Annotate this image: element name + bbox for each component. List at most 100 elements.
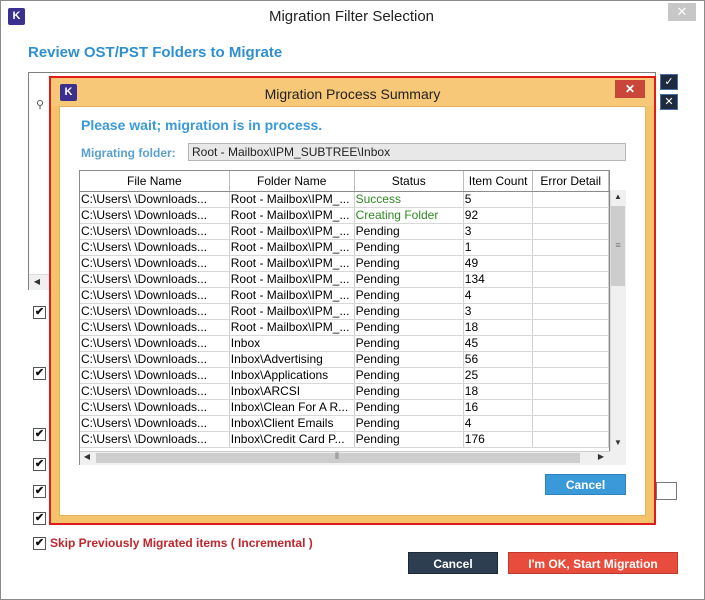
dialog-close-button[interactable]: ✕ <box>615 80 645 98</box>
table-row[interactable]: C:\Users\ \Downloads... Root - Mailbox\IP… <box>80 255 609 272</box>
window-title: Migration Filter Selection <box>268 8 435 25</box>
column-header-file-name[interactable]: File Name <box>80 171 230 192</box>
filter-checkbox-5[interactable]: ✔ <box>33 485 46 498</box>
grip-icon: ≡ <box>615 240 621 250</box>
cell-file-name: C:\Users\ \Downloads... <box>80 287 230 304</box>
column-header-folder-name[interactable]: Folder Name <box>229 171 355 192</box>
cell-folder-name: Inbox\Clean For A R... <box>229 399 355 416</box>
cell-file-name: C:\Users\ \Downloads... <box>80 383 230 400</box>
table-header-row: File Name Folder Name Status Item Count … <box>80 171 609 192</box>
column-header-item-count[interactable]: Item Count <box>463 171 534 192</box>
arrow-down-icon[interactable]: ▼ <box>611 438 625 450</box>
cell-item-count: 134 <box>463 271 534 288</box>
table-row[interactable]: C:\Users\ \Downloads... Root - Mailbox\IP… <box>80 223 609 240</box>
column-header-status[interactable]: Status <box>354 171 464 192</box>
cell-item-count: 4 <box>463 415 534 432</box>
cell-folder-name: Root - Mailbox\IPM_... <box>229 303 355 320</box>
table-row[interactable]: C:\Users\ \Downloads... Root - Mailbox\IP… <box>80 191 609 208</box>
table-row[interactable]: C:\Users\ \Downloads... Inbox\Advertising… <box>80 351 609 368</box>
cell-error-detail <box>532 351 609 368</box>
table-row[interactable]: C:\Users\ \Downloads... Inbox\Clean For A… <box>80 399 609 416</box>
cell-status: Success <box>354 191 464 208</box>
select-all-button[interactable]: ✓ <box>660 74 678 90</box>
cell-error-detail <box>532 255 609 272</box>
arrow-left-icon[interactable]: ◀ <box>80 452 94 464</box>
filter-checkbox-4[interactable]: ✔ <box>33 458 46 471</box>
dialog-cancel-button[interactable]: Cancel <box>545 474 626 495</box>
cell-file-name: C:\Users\ \Downloads... <box>80 335 230 352</box>
cell-item-count: 4 <box>463 287 534 304</box>
arrow-up-icon[interactable]: ▲ <box>611 192 625 204</box>
filter-checkbox-6[interactable]: ✔ <box>33 512 46 525</box>
cell-item-count: 45 <box>463 335 534 352</box>
skip-migrated-checkbox[interactable]: ✔ <box>33 537 46 550</box>
cell-item-count: 176 <box>463 431 534 448</box>
cell-error-detail <box>532 239 609 256</box>
cell-error-detail <box>532 431 609 448</box>
migration-table: File Name Folder Name Status Item Count … <box>79 170 610 465</box>
cell-file-name: C:\Users\ \Downloads... <box>80 319 230 336</box>
migrating-folder-label: Migrating folder: <box>81 146 176 160</box>
deselect-all-button[interactable]: ✕ <box>660 94 678 110</box>
cell-status: Creating Folder <box>354 207 464 224</box>
cell-status: Pending <box>354 399 464 416</box>
table-row[interactable]: C:\Users\ \Downloads... Inbox\Client Emai… <box>80 415 609 432</box>
cell-error-detail <box>532 207 609 224</box>
scroll-left-icon[interactable]: ◀ <box>30 276 44 288</box>
cell-file-name: C:\Users\ \Downloads... <box>80 223 230 240</box>
migration-table-grid: File Name Folder Name Status Item Count … <box>80 171 609 448</box>
cell-folder-name: Root - Mailbox\IPM_... <box>229 255 355 272</box>
filter-checkbox-2[interactable]: ✔ <box>33 367 46 380</box>
cell-file-name: C:\Users\ \Downloads... <box>80 239 230 256</box>
skip-migrated-label: Skip Previously Migrated items ( Increme… <box>50 536 313 550</box>
cell-folder-name: Root - Mailbox\IPM_... <box>229 271 355 288</box>
cell-folder-name: Inbox\ARCSI <box>229 383 355 400</box>
cell-item-count: 49 <box>463 255 534 272</box>
cell-status: Pending <box>354 335 464 352</box>
cell-folder-name: Inbox\Applications <box>229 367 355 384</box>
cell-error-detail <box>532 319 609 336</box>
status-message: Please wait; migration is in process. <box>81 117 323 133</box>
cell-folder-name: Root - Mailbox\IPM_... <box>229 191 355 208</box>
review-heading: Review OST/PST Folders to Migrate <box>28 44 283 61</box>
arrow-right-icon[interactable]: ▶ <box>594 452 608 464</box>
cell-file-name: C:\Users\ \Downloads... <box>80 255 230 272</box>
filter-checkbox-1[interactable]: ✔ <box>33 306 46 319</box>
cell-item-count: 3 <box>463 223 534 240</box>
cell-item-count: 92 <box>463 207 534 224</box>
expand-node-icon[interactable]: ⚲ <box>36 98 44 111</box>
table-row[interactable]: C:\Users\ \Downloads... Inbox Pending 45 <box>80 335 609 352</box>
cell-status: Pending <box>354 431 464 448</box>
cell-file-name: C:\Users\ \Downloads... <box>80 271 230 288</box>
table-row[interactable]: C:\Users\ \Downloads... Inbox\ARCSI Pendin… <box>80 383 609 400</box>
cell-item-count: 18 <box>463 383 534 400</box>
cell-status: Pending <box>354 415 464 432</box>
cancel-button[interactable]: Cancel <box>408 552 498 574</box>
table-row[interactable]: C:\Users\ \Downloads... Root - Mailbox\IP… <box>80 303 609 320</box>
cell-folder-name: Root - Mailbox\IPM_... <box>229 287 355 304</box>
cell-status: Pending <box>354 303 464 320</box>
cell-error-detail <box>532 415 609 432</box>
cell-item-count: 56 <box>463 351 534 368</box>
cell-status: Pending <box>354 383 464 400</box>
table-row[interactable]: C:\Users\ \Downloads... Root - Mailbox\IP… <box>80 239 609 256</box>
cell-folder-name: Root - Mailbox\IPM_... <box>229 239 355 256</box>
cell-item-count: 1 <box>463 239 534 256</box>
cell-status: Pending <box>354 367 464 384</box>
start-migration-button[interactable]: I'm OK, Start Migration <box>508 552 678 574</box>
table-row[interactable]: C:\Users\ \Downloads... Root - Mailbox\IP… <box>80 207 609 224</box>
window-close-button[interactable]: ✕ <box>668 3 696 21</box>
cell-folder-name: Inbox\Client Emails <box>229 415 355 432</box>
cell-file-name: C:\Users\ \Downloads... <box>80 191 230 208</box>
cell-status: Pending <box>354 239 464 256</box>
table-row[interactable]: C:\Users\ \Downloads... Root - Mailbox\IP… <box>80 287 609 304</box>
filter-checkbox-3[interactable]: ✔ <box>33 428 46 441</box>
table-row[interactable]: C:\Users\ \Downloads... Root - Mailbox\IP… <box>80 271 609 288</box>
table-row[interactable]: C:\Users\ \Downloads... Root - Mailbox\IP… <box>80 319 609 336</box>
table-row[interactable]: C:\Users\ \Downloads... Inbox\Credit Card… <box>80 431 609 448</box>
filter-input[interactable] <box>656 482 677 500</box>
column-header-error-detail[interactable]: Error Detail <box>532 171 609 192</box>
cell-file-name: C:\Users\ \Downloads... <box>80 431 230 448</box>
scroll-corner <box>610 451 626 465</box>
table-row[interactable]: C:\Users\ \Downloads... Inbox\Application… <box>80 367 609 384</box>
